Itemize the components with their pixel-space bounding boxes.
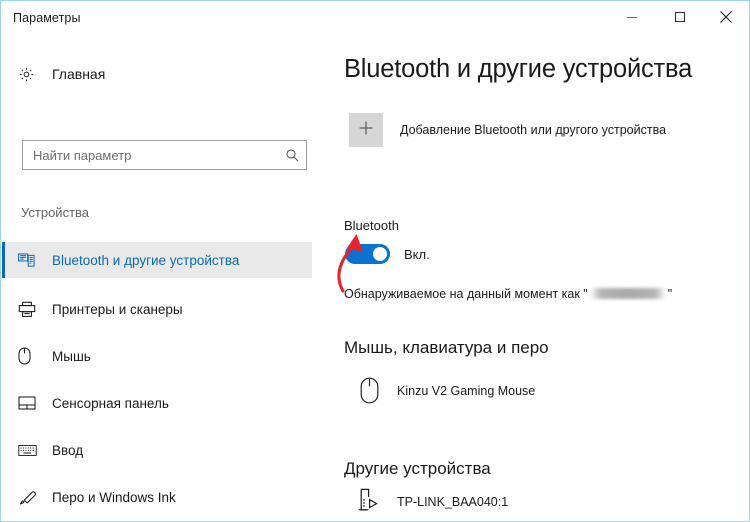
sidebar-item-pen-windows-ink[interactable]: Перо и Windows Ink (2, 479, 312, 515)
device-list-item[interactable]: Kinzu V2 Gaming Mouse (349, 377, 535, 404)
bluetooth-devices-icon (18, 252, 44, 268)
sidebar-item-bluetooth-devices-label: Bluetooth и другие устройства (52, 252, 240, 268)
sidebar-item-touchpad[interactable]: Сенсорная панель (2, 385, 312, 421)
touchpad-icon (18, 396, 44, 410)
sidebar-item-typing[interactable]: Ввод (2, 432, 312, 468)
sidebar-item-printers-scanners-label: Принтеры и сканеры (52, 301, 183, 317)
app-title: Параметры (13, 11, 81, 25)
group-heading-mouse-keyboard-pen: Мышь, клавиатура и перо (344, 338, 549, 357)
mouse-icon (349, 377, 389, 404)
discoverable-prefix: Обнаруживаемое на данный момент как " (344, 287, 588, 301)
search-input[interactable] (23, 141, 278, 169)
gear-icon (18, 66, 44, 83)
redacted-device-name (589, 288, 666, 299)
maximize-button[interactable] (657, 1, 703, 33)
printer-icon (18, 301, 44, 318)
settings-window: Параметры Главная Найти параметр Устройс… (0, 0, 750, 522)
cast-device-icon (349, 488, 389, 515)
sidebar-section-label: Устройства (21, 205, 90, 220)
mouse-icon (18, 347, 44, 365)
pen-icon (18, 489, 44, 506)
sidebar-item-bluetooth-devices[interactable]: Bluetooth и другие устройства (2, 242, 312, 278)
bluetooth-heading: Bluetooth (344, 218, 399, 233)
discoverable-text: Обнаруживаемое на данный момент как " " (344, 287, 672, 301)
maximize-icon (674, 11, 686, 23)
keyboard-icon (18, 444, 44, 457)
toggle-knob (373, 247, 387, 261)
close-button[interactable] (703, 1, 749, 33)
device-name: TP-LINK_BAA040:1 (397, 494, 509, 509)
search-box[interactable] (22, 140, 307, 170)
add-device-label: Добавление Bluetooth или другого устройс… (400, 123, 667, 137)
main-content: Bluetooth и другие устройства Добавление… (326, 35, 749, 521)
close-icon (719, 10, 733, 24)
bluetooth-toggle[interactable] (345, 244, 390, 264)
sidebar-item-home-label: Главная (52, 66, 106, 82)
device-name: Kinzu V2 Gaming Mouse (397, 383, 536, 398)
search-icon[interactable] (278, 148, 306, 163)
sidebar-item-pen-windows-ink-label: Перо и Windows Ink (52, 489, 176, 505)
discoverable-suffix: " (667, 287, 673, 301)
sidebar-item-mouse[interactable]: Мышь (2, 338, 312, 374)
minimize-button[interactable] (609, 1, 655, 33)
bluetooth-toggle-row[interactable]: Вкл. (345, 244, 430, 264)
sidebar-item-touchpad-label: Сенсорная панель (52, 395, 169, 411)
sidebar-item-mouse-label: Мышь (52, 348, 91, 364)
plus-icon (358, 120, 374, 141)
add-device-button[interactable] (349, 113, 383, 147)
bluetooth-toggle-state-label: Вкл. (404, 246, 430, 262)
device-list-item[interactable]: TP-LINK_BAA040:1 (349, 488, 508, 515)
sidebar-item-home[interactable]: Главная (2, 55, 326, 93)
sidebar-item-typing-label: Ввод (52, 442, 84, 458)
page-title: Bluetooth и другие устройства (344, 55, 693, 83)
group-heading-other-devices: Другие устройства (344, 459, 491, 478)
add-device-row[interactable]: Добавление Bluetooth или другого устройс… (349, 113, 666, 147)
sidebar: Главная Устройства (2, 35, 326, 521)
sidebar-item-printers-scanners[interactable]: Принтеры и сканеры (2, 291, 312, 327)
title-bar[interactable]: Параметры (1, 1, 749, 35)
minimize-icon (626, 11, 638, 23)
